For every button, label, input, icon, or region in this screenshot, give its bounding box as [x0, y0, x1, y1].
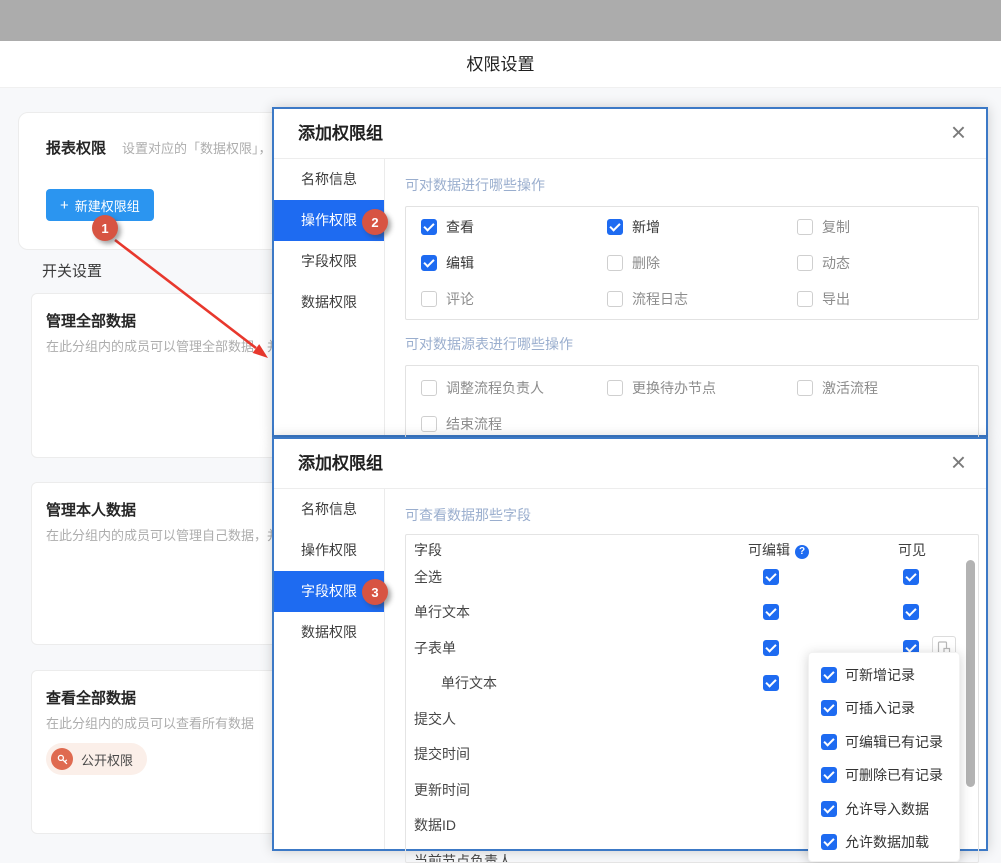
checkbox [607, 219, 623, 235]
card-desc: 在此分组内的成员可以查看所有数据 [46, 713, 254, 732]
checkbox [607, 291, 623, 307]
visible-checkbox[interactable] [903, 569, 919, 585]
step-badge-3: 3 [362, 579, 388, 605]
key-icon [51, 748, 73, 770]
public-permission-badge[interactable]: 公开权限 [46, 743, 147, 775]
source-ops-group: 调整流程负责人 更换待办节点 激活流程 结束流程 [405, 365, 979, 447]
editable-checkbox[interactable] [763, 569, 779, 585]
popup-item-allow-import[interactable]: 允许导入数据 [821, 792, 959, 826]
popup-item-can-add-record[interactable]: 可新增记录 [821, 658, 959, 692]
modal-header: 添加权限组 × [274, 439, 986, 489]
plus-icon: + [60, 198, 69, 213]
page-title: 权限设置 [0, 41, 1001, 88]
modal-sidebar: 名称信息 操作权限 字段权限 数据权限 [274, 489, 385, 849]
checkbox [797, 219, 813, 235]
checkbox [821, 767, 837, 783]
tab-operation-permission[interactable]: 操作权限 [274, 530, 384, 571]
data-ops-group: 查看 新增 复制 编辑 删除 动态 评论 流程日志 导出 [405, 206, 979, 320]
modal-sidebar: 名称信息 操作权限 字段权限 数据权限 [274, 159, 385, 435]
public-permission-label: 公开权限 [81, 750, 133, 769]
new-permission-group-label: 新建权限组 [75, 196, 140, 215]
popup-item-can-delete-existing[interactable]: 可删除已有记录 [821, 759, 959, 793]
card-title: 管理本人数据 [46, 499, 136, 520]
modal-title: 添加权限组 [298, 109, 383, 158]
switch-settings-title: 开关设置 [42, 260, 102, 281]
popup-item-allow-data-load[interactable]: 允许数据加载 [821, 826, 959, 860]
card-manage-own-data: 管理本人数据 在此分组内的成员可以管理自己数据，并拥 [31, 482, 281, 645]
editable-checkbox[interactable] [763, 640, 779, 656]
card-view-all-data: 查看全部数据 在此分组内的成员可以查看所有数据 公开权限 [31, 670, 281, 834]
popup-item-can-edit-existing[interactable]: 可编辑已有记录 [821, 725, 959, 759]
tab-data-permission[interactable]: 数据权限 [274, 282, 384, 323]
card-desc: 在此分组内的成员可以管理自己数据，并拥 [46, 525, 293, 544]
checkbox-item-add[interactable]: 新增 [607, 209, 797, 245]
visible-checkbox[interactable] [903, 604, 919, 620]
report-card-subtitle: 设置对应的「数据权限」，可 [122, 141, 285, 156]
report-card-title: 报表权限 [46, 140, 106, 157]
modal-header: 添加权限组 × [274, 109, 986, 159]
checkbox [821, 801, 837, 817]
checkbox [821, 834, 837, 850]
tab-field-permission[interactable]: 字段权限 [274, 241, 384, 282]
header-visible: 可见 [898, 540, 926, 560]
checkbox-item-adjust-flow-owner[interactable]: 调整流程负责人 [421, 370, 607, 406]
help-icon[interactable]: ? [795, 545, 809, 559]
header-field: 字段 [414, 540, 442, 560]
checkbox-item-edit[interactable]: 编辑 [421, 245, 607, 281]
checkbox [421, 416, 437, 432]
step-badge-2: 2 [362, 209, 388, 235]
scrollbar-thumb[interactable] [966, 560, 975, 787]
checkbox [421, 380, 437, 396]
annotation-arrow [95, 222, 275, 367]
checkbox [821, 734, 837, 750]
checkbox-item-activate-flow[interactable]: 激活流程 [797, 370, 978, 406]
tab-name-info[interactable]: 名称信息 [274, 159, 384, 200]
checkbox-item-dynamic[interactable]: 动态 [797, 245, 978, 281]
subform-permissions-popup: 可新增记录 可插入记录 可编辑已有记录 可删除已有记录 允许导入数据 允许数据加… [808, 652, 960, 862]
checkbox [797, 255, 813, 271]
checkbox [797, 291, 813, 307]
tab-name-info[interactable]: 名称信息 [274, 489, 384, 530]
checkbox [607, 255, 623, 271]
checkbox [421, 219, 437, 235]
checkbox-item-view[interactable]: 查看 [421, 209, 607, 245]
close-icon[interactable]: × [951, 117, 966, 148]
field-section-label: 可查看数据那些字段 [405, 505, 979, 525]
checkbox-item-flow-log[interactable]: 流程日志 [607, 281, 797, 317]
data-ops-section-label: 可对数据进行哪些操作 [405, 175, 979, 195]
top-gray-bar [0, 0, 1001, 41]
close-icon[interactable]: × [951, 447, 966, 478]
popup-item-can-insert-record[interactable]: 可插入记录 [821, 692, 959, 726]
table-row-select-all: 全选 [406, 559, 978, 595]
checkbox [607, 380, 623, 396]
checkbox-item-copy[interactable]: 复制 [797, 209, 978, 245]
table-row-single-line-text: 单行文本 [406, 595, 978, 631]
step-badge-1: 1 [92, 215, 118, 241]
editable-checkbox[interactable] [763, 604, 779, 620]
checkbox-item-export[interactable]: 导出 [797, 281, 978, 317]
add-permission-group-modal-operation: 添加权限组 × 名称信息 操作权限 字段权限 数据权限 可对数据进行哪些操作 查… [272, 107, 988, 437]
header-editable: 可编辑? [748, 540, 809, 560]
checkbox [821, 700, 837, 716]
table-header: 字段 可编辑? 可见 [406, 535, 978, 559]
checkbox-item-delete[interactable]: 删除 [607, 245, 797, 281]
tab-data-permission[interactable]: 数据权限 [274, 612, 384, 653]
card-title: 查看全部数据 [46, 687, 136, 708]
checkbox-item-comment[interactable]: 评论 [421, 281, 607, 317]
modal-title: 添加权限组 [298, 439, 383, 488]
checkbox [797, 380, 813, 396]
checkbox-item-change-todo-node[interactable]: 更换待办节点 [607, 370, 797, 406]
checkbox [821, 667, 837, 683]
checkbox [421, 255, 437, 271]
checkbox [421, 291, 437, 307]
source-ops-section-label: 可对数据源表进行哪些操作 [405, 334, 979, 354]
editable-checkbox[interactable] [763, 675, 779, 691]
